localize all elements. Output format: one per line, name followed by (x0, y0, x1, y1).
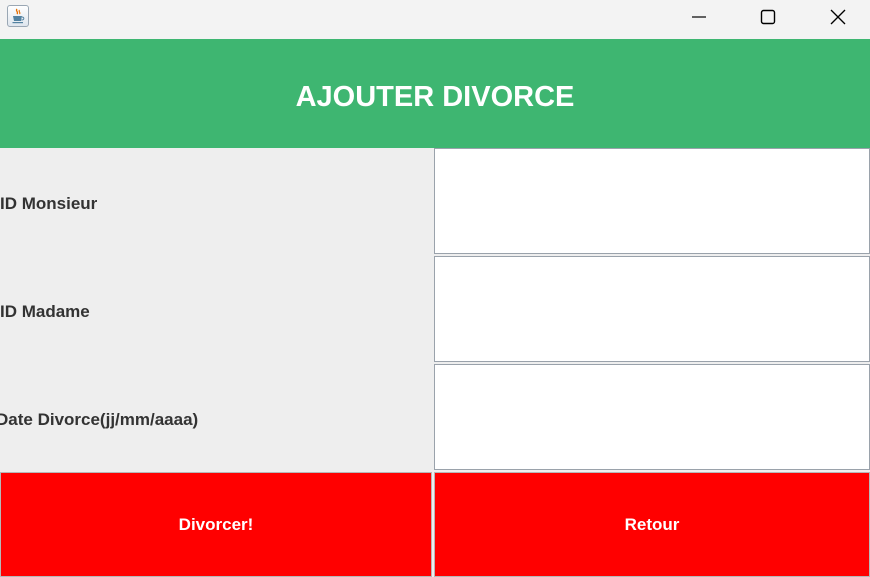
id-madame-label: ID Madame (0, 302, 90, 321)
close-button[interactable] (803, 0, 870, 33)
minimize-button[interactable] (664, 0, 734, 33)
divorcer-button[interactable]: Divorcer! (0, 472, 432, 577)
date-divorce-label: Date Divorce(jj/mm/aaaa) (0, 410, 199, 429)
page-header: AJOUTER DIVORCE (0, 39, 870, 148)
minimize-icon (692, 16, 706, 18)
id-madame-input[interactable] (434, 256, 870, 362)
maximize-icon (760, 9, 776, 25)
date-divorce-input[interactable] (434, 364, 870, 470)
id-monsieur-input[interactable] (434, 148, 870, 254)
java-coffee-cup-icon[interactable] (7, 5, 29, 27)
close-icon (830, 9, 846, 25)
page-title: AJOUTER DIVORCE (295, 80, 575, 113)
maximize-button[interactable] (733, 0, 803, 33)
id-monsieur-label: ID Monsieur (0, 194, 98, 213)
retour-button[interactable]: Retour (434, 472, 870, 577)
window-titlebar (0, 0, 870, 39)
